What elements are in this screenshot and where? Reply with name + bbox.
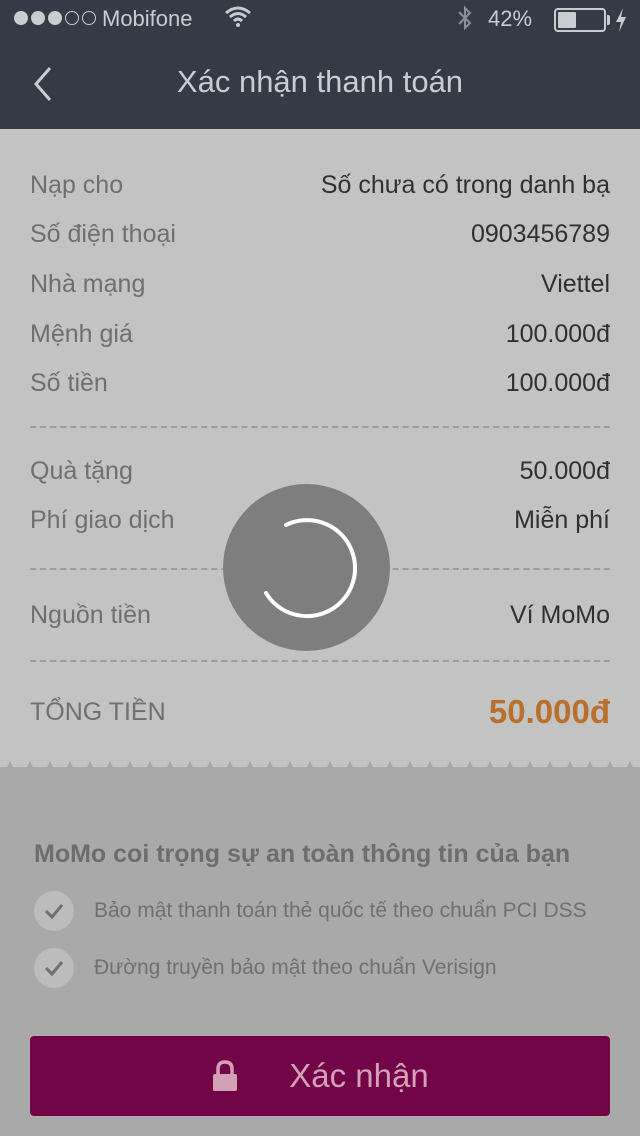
wifi-icon (225, 6, 251, 27)
extra-value: Miễn phí (514, 505, 610, 534)
detail-value: Số chưa có trong danh bạ (320, 170, 610, 199)
payment-details-card: Nạp cho Số chưa có trong danh bạ Số điện… (0, 129, 640, 767)
divider (30, 426, 610, 428)
confirm-button[interactable]: Xác nhận (30, 1036, 610, 1116)
detail-value: 100.000đ (505, 319, 610, 348)
total-value: 50.000đ (488, 693, 610, 730)
detail-value: Viettel (540, 269, 610, 298)
status-bar: Mobifone 42% (0, 0, 640, 40)
battery-fill (558, 12, 576, 28)
security-item-text: Bảo mật thanh toán thẻ quốc tế theo chuẩ… (94, 899, 587, 922)
detail-value: 100.000đ (505, 368, 610, 397)
divider (30, 660, 610, 662)
detail-row: Mệnh giá 100.000đ (30, 316, 610, 352)
detail-label: Nạp cho (30, 170, 124, 199)
source-value: Ví MoMo (509, 600, 610, 629)
detail-value: 0903456789 (470, 219, 610, 248)
detail-label: Số tiền (30, 368, 108, 397)
battery-percent: 42% (488, 6, 533, 31)
security-title: MoMo coi trọng sự an toàn thông tin của … (34, 840, 571, 868)
detail-label: Nhà mạng (30, 269, 146, 298)
extra-label: Quà tặng (30, 456, 133, 485)
check-icon (34, 891, 74, 931)
total-row: TỔNG TIỀN 50.000đ (30, 691, 610, 733)
detail-row: Nạp cho Số chưa có trong danh bạ (30, 167, 610, 203)
bolt-icon (616, 8, 626, 32)
check-icon (34, 948, 74, 988)
zigzag-edge (0, 761, 640, 781)
security-item-text: Đường truyền bảo mật theo chuẩn Verisign (94, 956, 497, 979)
source-label: Nguồn tiền (30, 600, 151, 629)
extra-label: Phí giao dịch (30, 505, 175, 534)
spinner-icon (264, 518, 358, 619)
detail-row: Số tiền 100.000đ (30, 365, 610, 401)
detail-label: Số điện thoại (30, 219, 176, 248)
nav-bar: Xác nhận thanh toán (0, 40, 640, 129)
battery-cap (607, 15, 610, 25)
total-label: TỔNG TIỀN (30, 697, 166, 726)
confirm-button-label: Xác nhận (289, 1057, 429, 1094)
detail-row: Số điện thoại 0903456789 (30, 216, 610, 252)
extra-value: 50.000đ (519, 456, 610, 485)
battery-icon (554, 8, 606, 32)
carrier-name: Mobifone (102, 6, 193, 31)
security-item: Bảo mật thanh toán thẻ quốc tế theo chuẩ… (34, 890, 614, 932)
lock-icon (213, 1060, 238, 1091)
detail-row: Nhà mạng Viettel (30, 266, 610, 302)
page-title: Xác nhận thanh toán (176, 64, 464, 99)
security-item: Đường truyền bảo mật theo chuẩn Verisign (34, 947, 614, 989)
signal-dots-icon (14, 11, 96, 25)
loading-spinner (223, 484, 390, 651)
detail-label: Mệnh giá (30, 319, 133, 348)
bluetooth-icon (458, 5, 472, 31)
